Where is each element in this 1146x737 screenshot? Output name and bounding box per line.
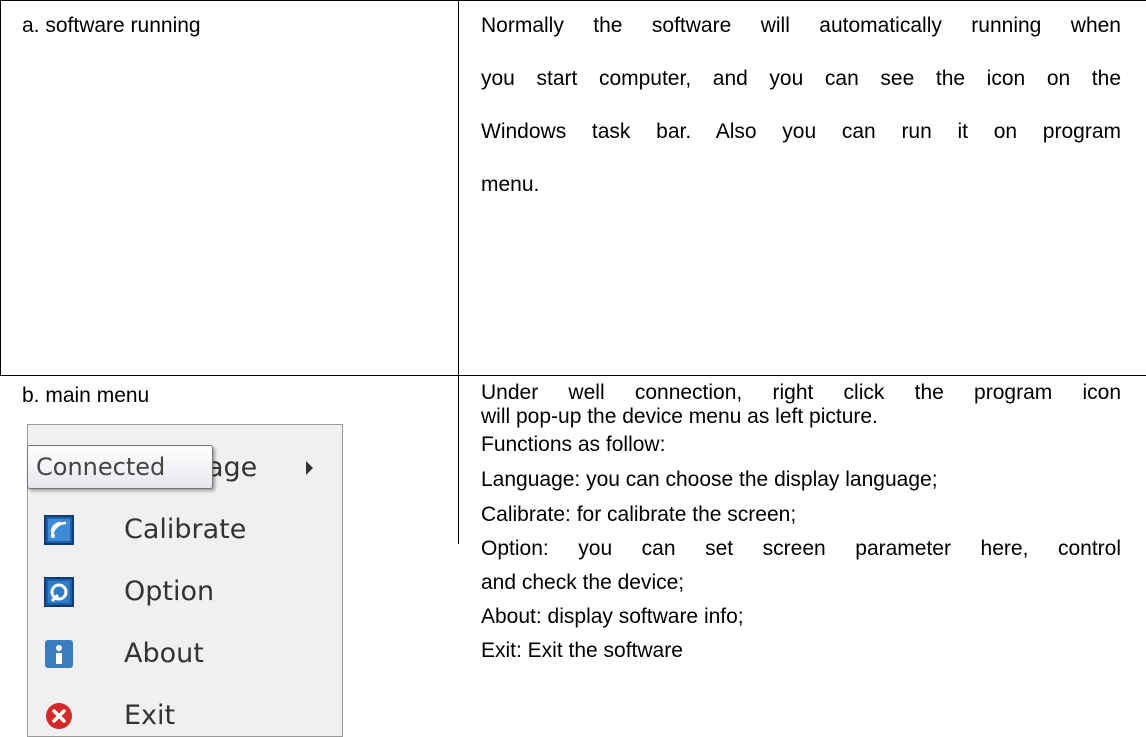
row-a-line-3: Windows task bar. Also you can run it on… (481, 120, 1121, 143)
row-a-line-2: you start computer, and you can see the … (481, 67, 1121, 90)
option-icon (44, 577, 74, 607)
menu-item-label: Option (124, 576, 215, 607)
row-a-line-1: Normally the software will automatically… (481, 14, 1121, 37)
menu-item-label: Exit (124, 700, 176, 731)
menu-item-exit[interactable]: Exit (28, 687, 342, 736)
row-a-line-4: menu. (481, 173, 540, 196)
menu-item-calibrate[interactable]: Calibrate (28, 501, 342, 563)
row-b-line-9: Exit: Exit the software (481, 639, 683, 662)
calibrate-icon (44, 515, 74, 545)
row-b-label: b. main menu (22, 384, 150, 407)
row-b-line-6: Option: you can set screen parameter her… (481, 537, 1121, 560)
row-a-label: a. software running (22, 14, 201, 37)
menu-item-label: About (124, 638, 204, 669)
row-b-line-4: Language: you can choose the display lan… (481, 468, 938, 491)
connected-tooltip: Connected (27, 445, 213, 489)
row-b-line-5: Calibrate: for calibrate the screen; (481, 503, 797, 526)
row-b-line-2: will pop-up the device menu as left pict… (481, 405, 878, 428)
submenu-arrow-icon (306, 461, 313, 475)
menu-item-label: Calibrate (124, 514, 247, 545)
tooltip-text: Connected (36, 453, 166, 481)
table-column-divider (458, 0, 459, 544)
table-top-border (0, 0, 1146, 1)
row-b-line-1: Under well connection, right click the p… (481, 381, 1121, 404)
table-left-border (0, 0, 1, 376)
table-row-divider (0, 375, 1146, 376)
menu-item-about[interactable]: About (28, 625, 342, 687)
about-icon (45, 640, 73, 668)
exit-icon (46, 703, 72, 729)
menu-item-option[interactable]: Option (28, 563, 342, 625)
row-b-line-7: and check the device; (481, 571, 685, 594)
row-b-line-8: About: display software info; (481, 605, 744, 628)
row-b-line-3: Functions as follow: (481, 433, 666, 456)
